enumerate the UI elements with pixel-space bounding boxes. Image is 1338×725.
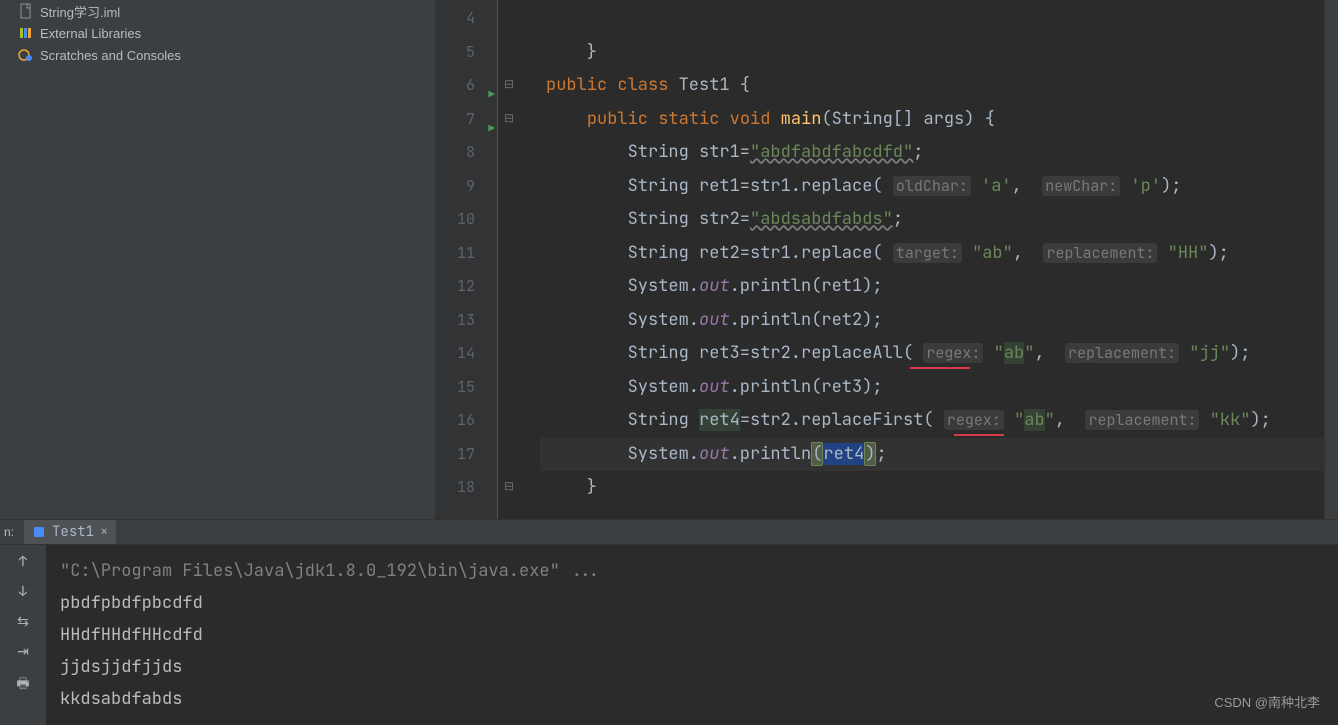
fold-icon[interactable]: ⊟ <box>504 110 514 126</box>
fold-icon[interactable]: ⊟ <box>504 478 514 494</box>
code-line: String str1="abdfabdfabcdfd"; <box>540 136 1324 170</box>
code-line: String str2="abdsabdfabds"; <box>540 203 1324 237</box>
scroll-to-end-icon[interactable]: ⇥ <box>17 643 29 661</box>
run-prefix-label: n: <box>4 525 14 539</box>
code-line: String ret3=str2.replaceAll( regex: "ab"… <box>540 337 1324 371</box>
console-line: jjdsjjdfjjds <box>60 651 1324 683</box>
code-line: String ret2=str1.replace( target: "ab", … <box>540 237 1324 271</box>
code-line: String ret4=str2.replaceFirst( regex: "a… <box>540 404 1324 438</box>
run-toolbar: ↑ ↓ ⇆ ⇥ 🖶 <box>0 545 46 725</box>
code-line: System.out.println(ret3); <box>540 371 1324 405</box>
code-line <box>540 2 1324 36</box>
print-icon[interactable]: 🖶 <box>16 673 29 697</box>
fold-icon[interactable]: ⊟ <box>504 76 514 92</box>
tree-item-iml[interactable]: String学习.iml <box>0 0 435 22</box>
project-sidebar[interactable]: String学习.iml External Libraries Scratche… <box>0 0 436 519</box>
code-line-current: System.out.println(ret4); <box>540 438 1324 472</box>
tree-item-scratches[interactable]: Scratches and Consoles <box>0 44 435 66</box>
editor-minimap[interactable] <box>1324 0 1338 519</box>
library-icon <box>18 25 34 41</box>
code-line: public class Test1 { <box>540 69 1324 103</box>
close-icon[interactable]: × <box>100 523 108 541</box>
run-tool-window: n: Test1 × ↑ ↓ ⇆ ⇥ 🖶 "C:\Program Files\J… <box>0 519 1338 703</box>
watermark-text: CSDN @南种北李 <box>1214 687 1320 719</box>
tree-item-label: External Libraries <box>40 26 141 41</box>
code-line: System.out.println(ret2); <box>540 304 1324 338</box>
code-line: } <box>540 471 1324 505</box>
file-icon <box>18 3 34 19</box>
console-line: pbdfpbdfpbcdfd <box>60 587 1324 619</box>
code-line: System.out.println(ret1); <box>540 270 1324 304</box>
soft-wrap-icon[interactable]: ⇆ <box>17 613 29 631</box>
code-area[interactable]: } public class Test1 { public static voi… <box>540 0 1324 519</box>
run-tab-active[interactable]: Test1 × <box>24 520 116 544</box>
run-tabs: n: Test1 × <box>0 520 1338 545</box>
tree-item-external-libraries[interactable]: External Libraries <box>0 22 435 44</box>
up-arrow-icon[interactable]: ↑ <box>19 553 27 571</box>
console-cmd: "C:\Program Files\Java\jdk1.8.0_192\bin\… <box>60 555 1324 587</box>
console-line: HHdfHHdfHHcdfd <box>60 619 1324 651</box>
console-output[interactable]: "C:\Program Files\Java\jdk1.8.0_192\bin\… <box>46 545 1338 725</box>
code-editor[interactable]: 4 5 6▶ 7▶ 8 9 10 11 12 13 14 15 16 17 18… <box>436 0 1338 519</box>
console-line: kkdsabdfabds <box>60 683 1324 715</box>
code-line: public static void main(String[] args) { <box>540 103 1324 137</box>
fold-column: ⊟ ⊟ ⊟ <box>498 0 540 519</box>
line-number-gutter: 4 5 6▶ 7▶ 8 9 10 11 12 13 14 15 16 17 18 <box>436 0 498 519</box>
scratch-icon <box>18 47 34 63</box>
code-line: } <box>540 36 1324 70</box>
code-line: String ret1=str1.replace( oldChar: 'a', … <box>540 170 1324 204</box>
down-arrow-icon[interactable]: ↓ <box>19 583 27 601</box>
tree-item-label: Scratches and Consoles <box>40 48 181 63</box>
run-tab-label: Test1 <box>52 523 94 541</box>
tree-item-label: String学习.iml <box>40 2 120 21</box>
tab-run-icon <box>32 525 46 539</box>
